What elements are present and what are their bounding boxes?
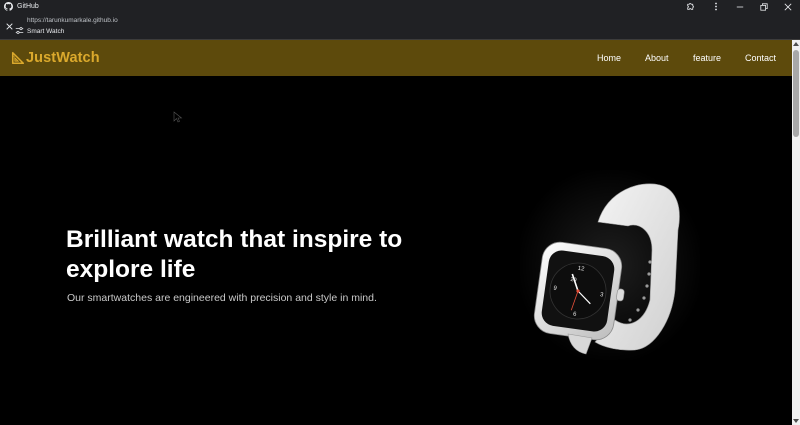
smartwatch-image: 12 3 6 9 20 <box>515 165 705 365</box>
nav-home[interactable]: Home <box>597 53 621 63</box>
brand-logo[interactable]: JustWatch <box>11 50 100 66</box>
scrollbar-thumb[interactable] <box>793 50 799 137</box>
hero-title: Brilliant watch that inspire to explore … <box>66 226 403 283</box>
restore-icon[interactable] <box>752 0 776 13</box>
window-titlebar: GitHub <box>0 0 800 13</box>
site-navbar: JustWatch Home About feature Contact <box>0 40 792 76</box>
kebab-menu-icon[interactable] <box>704 0 728 13</box>
brand-name: JustWatch <box>26 50 100 66</box>
url-text[interactable]: https://tarunkumarkale.github.io <box>27 17 118 24</box>
scroll-down-arrow-icon[interactable] <box>792 417 800 425</box>
scroll-up-arrow-icon[interactable] <box>792 40 800 48</box>
drafting-triangle-icon <box>11 51 25 65</box>
github-icon <box>3 2 13 12</box>
page-title: Smart Watch <box>27 28 65 35</box>
hero-subtitle: Our smartwatches are engineered with pre… <box>67 292 377 304</box>
puzzle-icon[interactable] <box>678 0 702 13</box>
mouse-cursor-icon <box>173 110 183 123</box>
page-viewport: JustWatch Home About feature Contact Bri… <box>0 40 792 425</box>
close-icon[interactable] <box>4 22 14 32</box>
window-title: GitHub <box>17 3 39 10</box>
nav-feature[interactable]: feature <box>693 53 721 63</box>
window-close-icon[interactable] <box>776 0 800 13</box>
vertical-scrollbar[interactable] <box>792 40 800 425</box>
nav-contact[interactable]: Contact <box>745 53 776 63</box>
address-bar: https://tarunkumarkale.github.io Smart W… <box>0 13 800 40</box>
nav-about[interactable]: About <box>645 53 669 63</box>
tune-icon[interactable] <box>15 22 25 34</box>
minimize-icon[interactable] <box>728 0 752 13</box>
